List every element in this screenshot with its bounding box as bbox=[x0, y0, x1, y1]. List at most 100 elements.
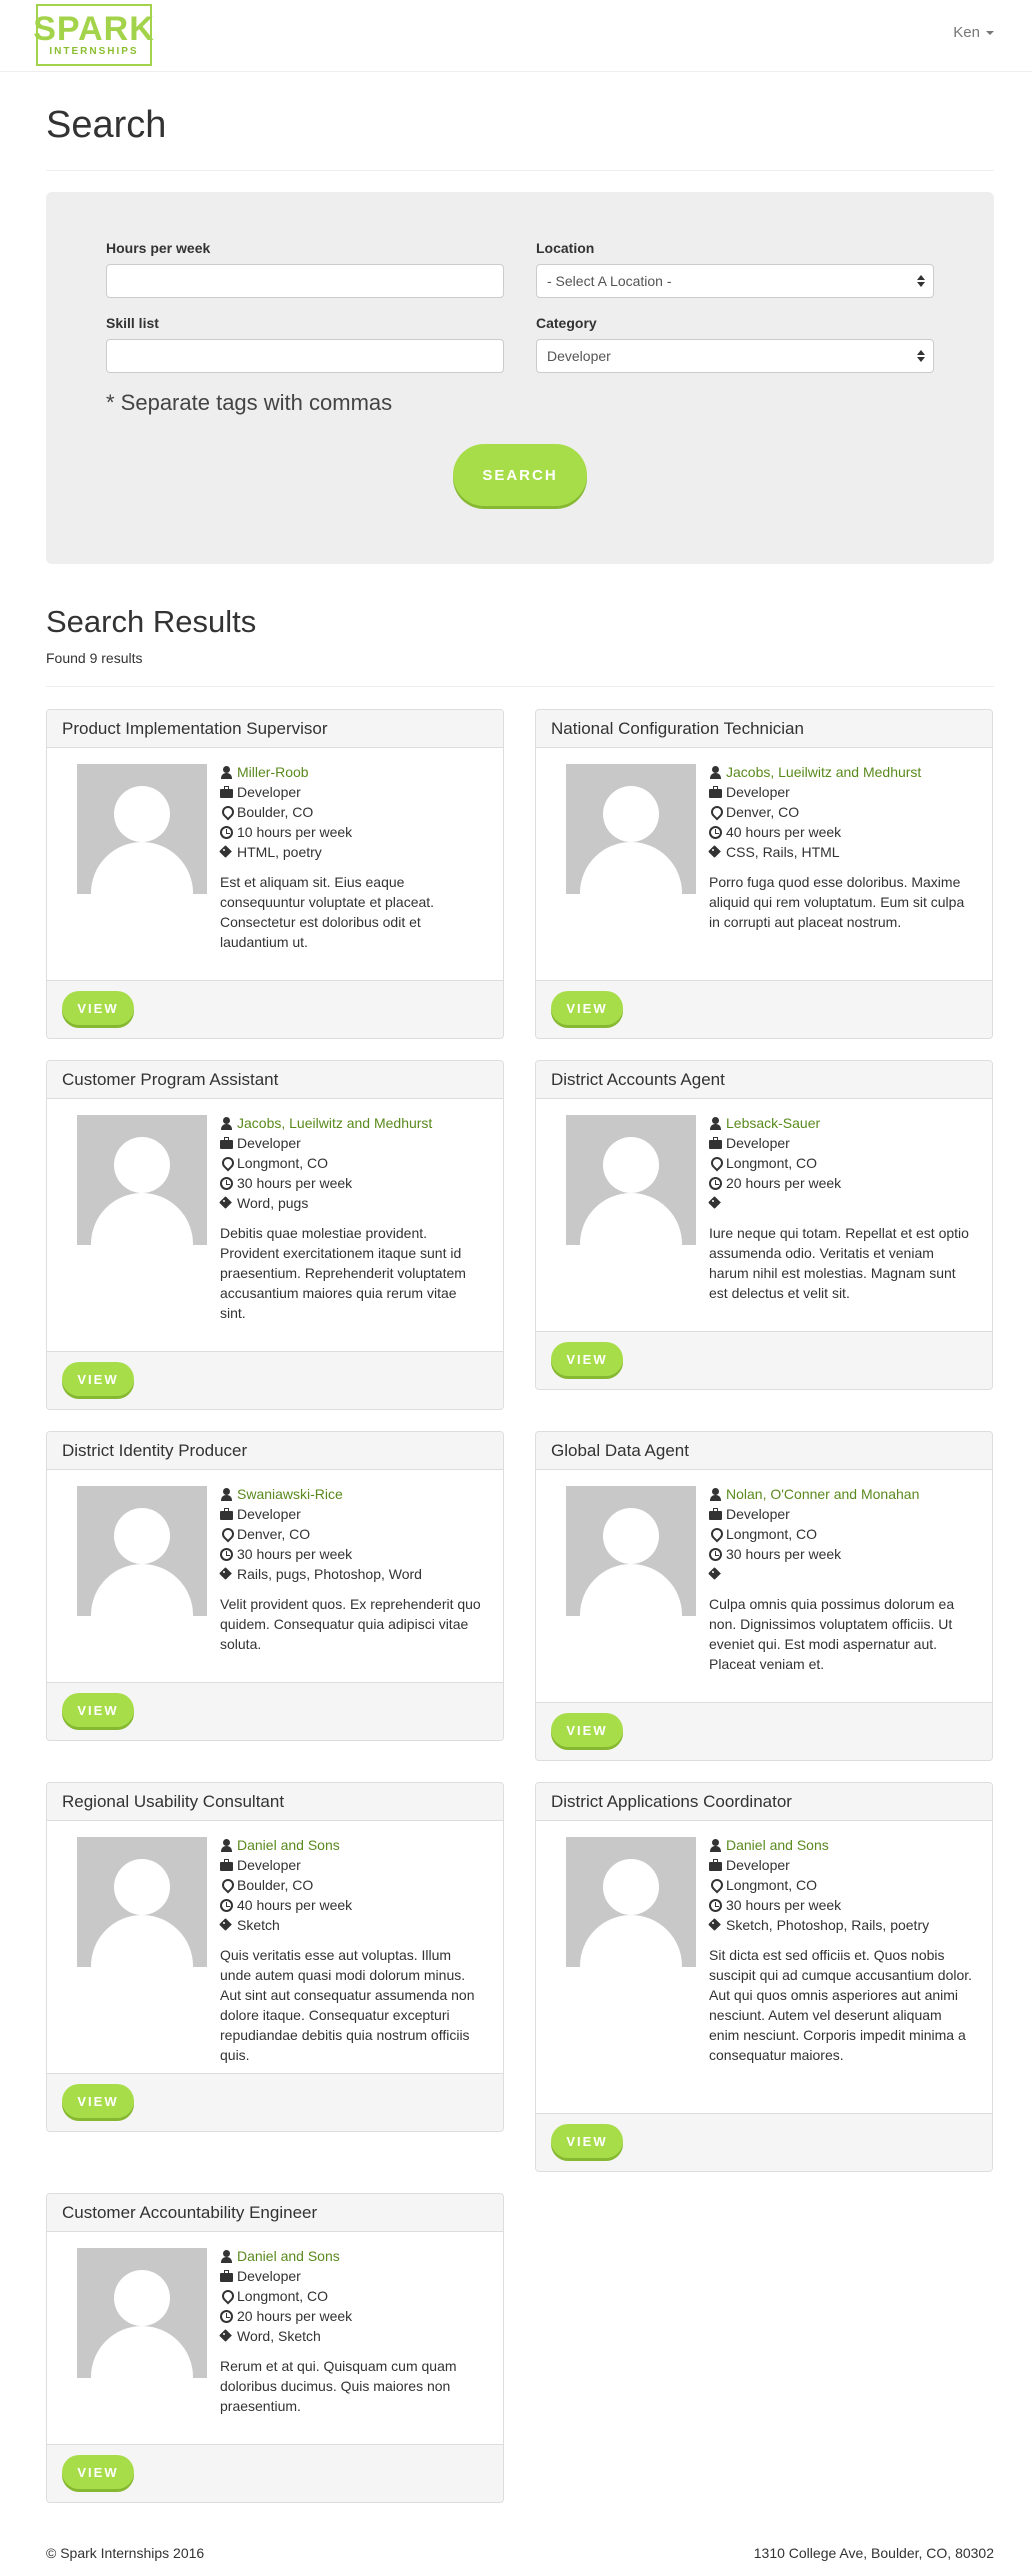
location-line: Longmont, CO bbox=[709, 1875, 974, 1895]
results-title: Search Results bbox=[46, 604, 257, 639]
description: Iure neque qui totam. Repellat et est op… bbox=[709, 1225, 969, 1301]
hours-label: Hours per week bbox=[106, 240, 211, 256]
map-marker-icon bbox=[220, 806, 233, 819]
briefcase-icon bbox=[220, 1136, 233, 1150]
skills-line: Rails, pugs, Photoshop, Word bbox=[220, 1564, 485, 1584]
location-text: Longmont, CO bbox=[726, 1877, 818, 1893]
view-button[interactable]: VIEW bbox=[62, 1693, 134, 1727]
company-link[interactable]: Jacobs, Lueilwitz and Medhurst bbox=[726, 762, 921, 782]
company-avatar bbox=[77, 1837, 207, 1967]
description: Culpa omnis quia possimus dolorum ea non… bbox=[709, 1596, 955, 1672]
tags-hint: * Separate tags with commas bbox=[106, 390, 393, 415]
card-info: Nolan, O'Conner and Monahan Developer Lo… bbox=[709, 1484, 974, 1674]
description: Quis veritatis esse aut voluptas. Illum … bbox=[220, 1947, 475, 2063]
skills-input[interactable] bbox=[106, 339, 504, 373]
location-text: Denver, CO bbox=[726, 804, 800, 820]
briefcase-icon bbox=[709, 785, 722, 799]
company-line: Nolan, O'Conner and Monahan bbox=[709, 1484, 974, 1504]
internship-title: National Configuration Technician bbox=[551, 718, 804, 738]
category-select[interactable]: Developer bbox=[536, 339, 934, 373]
category-text: Developer bbox=[237, 1506, 301, 1522]
category-line: Developer bbox=[220, 1133, 485, 1153]
skills-text: Sketch bbox=[237, 1917, 280, 1933]
location-line: Longmont, CO bbox=[709, 1153, 974, 1173]
tag-icon bbox=[220, 1919, 233, 1932]
brand-logo[interactable]: SPARK INTERNSHIPS bbox=[33, 4, 154, 66]
company-line: Miller-Roob bbox=[220, 762, 485, 782]
card-title: Customer Accountability Engineer bbox=[47, 2194, 503, 2232]
company-link[interactable]: Nolan, O'Conner and Monahan bbox=[726, 1484, 919, 1504]
hours-input[interactable] bbox=[106, 264, 504, 298]
card-title: District Accounts Agent bbox=[536, 1061, 992, 1099]
card-info: Daniel and Sons Developer Boulder, CO 40… bbox=[220, 1835, 485, 2065]
company-link[interactable]: Lebsack-Sauer bbox=[726, 1113, 820, 1133]
logo-sub-text: INTERNSHIPS bbox=[49, 46, 139, 57]
company-link[interactable]: Daniel and Sons bbox=[237, 2246, 340, 2266]
card-footer: VIEW bbox=[47, 1682, 503, 1740]
result-card: Regional Usability Consultant Daniel and… bbox=[46, 1782, 504, 2132]
view-button[interactable]: VIEW bbox=[551, 2124, 623, 2158]
tag-icon bbox=[220, 1197, 233, 1210]
view-button[interactable]: VIEW bbox=[62, 1362, 134, 1396]
internship-title: District Identity Producer bbox=[62, 1440, 248, 1460]
view-button[interactable]: VIEW bbox=[62, 991, 134, 1025]
hours-text: 40 hours per week bbox=[237, 1897, 353, 1913]
company-line: Jacobs, Lueilwitz and Medhurst bbox=[709, 762, 974, 782]
briefcase-icon bbox=[220, 1507, 233, 1521]
hours-line: 20 hours per week bbox=[709, 1173, 974, 1193]
location-line: Boulder, CO bbox=[220, 802, 485, 822]
location-select[interactable]: - Select A Location - bbox=[536, 264, 934, 298]
result-card: Customer Program Assistant Jacobs, Lueil… bbox=[46, 1060, 504, 1410]
map-marker-icon bbox=[220, 1528, 233, 1541]
map-marker-icon bbox=[220, 1157, 233, 1170]
user-menu-dropdown[interactable]: Ken bbox=[953, 24, 994, 41]
internship-title: District Accounts Agent bbox=[551, 1069, 725, 1089]
location-text: Longmont, CO bbox=[726, 1155, 818, 1171]
category-line: Developer bbox=[220, 1504, 485, 1524]
divider bbox=[46, 170, 994, 171]
result-card: District Applications Coordinator Daniel… bbox=[535, 1782, 993, 2172]
skills-line: Word, pugs bbox=[220, 1193, 485, 1213]
user-icon bbox=[220, 2249, 233, 2263]
clock-icon bbox=[709, 1547, 722, 1561]
card-info: Jacobs, Lueilwitz and Medhurst Developer… bbox=[709, 762, 974, 932]
view-button[interactable]: VIEW bbox=[62, 2084, 134, 2118]
tag-icon bbox=[220, 846, 233, 859]
company-avatar bbox=[77, 764, 207, 894]
view-button[interactable]: VIEW bbox=[551, 991, 623, 1025]
internship-title: Product Implementation Supervisor bbox=[62, 718, 328, 738]
internship-title: Global Data Agent bbox=[551, 1440, 689, 1460]
tag-icon bbox=[709, 1568, 722, 1581]
card-info: Jacobs, Lueilwitz and Medhurst Developer… bbox=[220, 1113, 485, 1323]
hours-line: 30 hours per week bbox=[220, 1173, 485, 1193]
footer-copyright: © Spark Internships 2016 bbox=[46, 2545, 205, 2561]
company-line: Daniel and Sons bbox=[220, 2246, 485, 2266]
hours-line: 30 hours per week bbox=[709, 1544, 974, 1564]
company-link[interactable]: Daniel and Sons bbox=[237, 1835, 340, 1855]
result-card: Product Implementation Supervisor Miller… bbox=[46, 709, 504, 1039]
description: Sit dicta est sed officiis et. Quos nobi… bbox=[709, 1947, 973, 2063]
skills-text: HTML, poetry bbox=[237, 844, 322, 860]
company-line: Jacobs, Lueilwitz and Medhurst bbox=[220, 1113, 485, 1133]
view-button[interactable]: VIEW bbox=[551, 1342, 623, 1376]
map-marker-icon bbox=[709, 806, 722, 819]
category-line: Developer bbox=[220, 2266, 485, 2286]
company-avatar bbox=[566, 1115, 696, 1245]
company-link[interactable]: Daniel and Sons bbox=[726, 1835, 829, 1855]
hours-line: 30 hours per week bbox=[220, 1544, 485, 1564]
location-line: Boulder, CO bbox=[220, 1875, 485, 1895]
category-text: Developer bbox=[237, 1857, 301, 1873]
location-text: Longmont, CO bbox=[237, 1155, 329, 1171]
company-avatar bbox=[77, 1115, 207, 1245]
company-link[interactable]: Swaniawski-Rice bbox=[237, 1484, 343, 1504]
company-link[interactable]: Jacobs, Lueilwitz and Medhurst bbox=[237, 1113, 432, 1133]
internship-title: Regional Usability Consultant bbox=[62, 1791, 285, 1811]
view-button[interactable]: VIEW bbox=[551, 1713, 623, 1747]
view-button[interactable]: VIEW bbox=[62, 2455, 134, 2489]
search-button[interactable]: SEARCH bbox=[453, 444, 587, 506]
company-line: Daniel and Sons bbox=[220, 1835, 485, 1855]
location-label: Location bbox=[536, 240, 595, 256]
company-link[interactable]: Miller-Roob bbox=[237, 762, 309, 782]
location-line: Longmont, CO bbox=[220, 1153, 485, 1173]
tag-icon bbox=[709, 1919, 722, 1932]
